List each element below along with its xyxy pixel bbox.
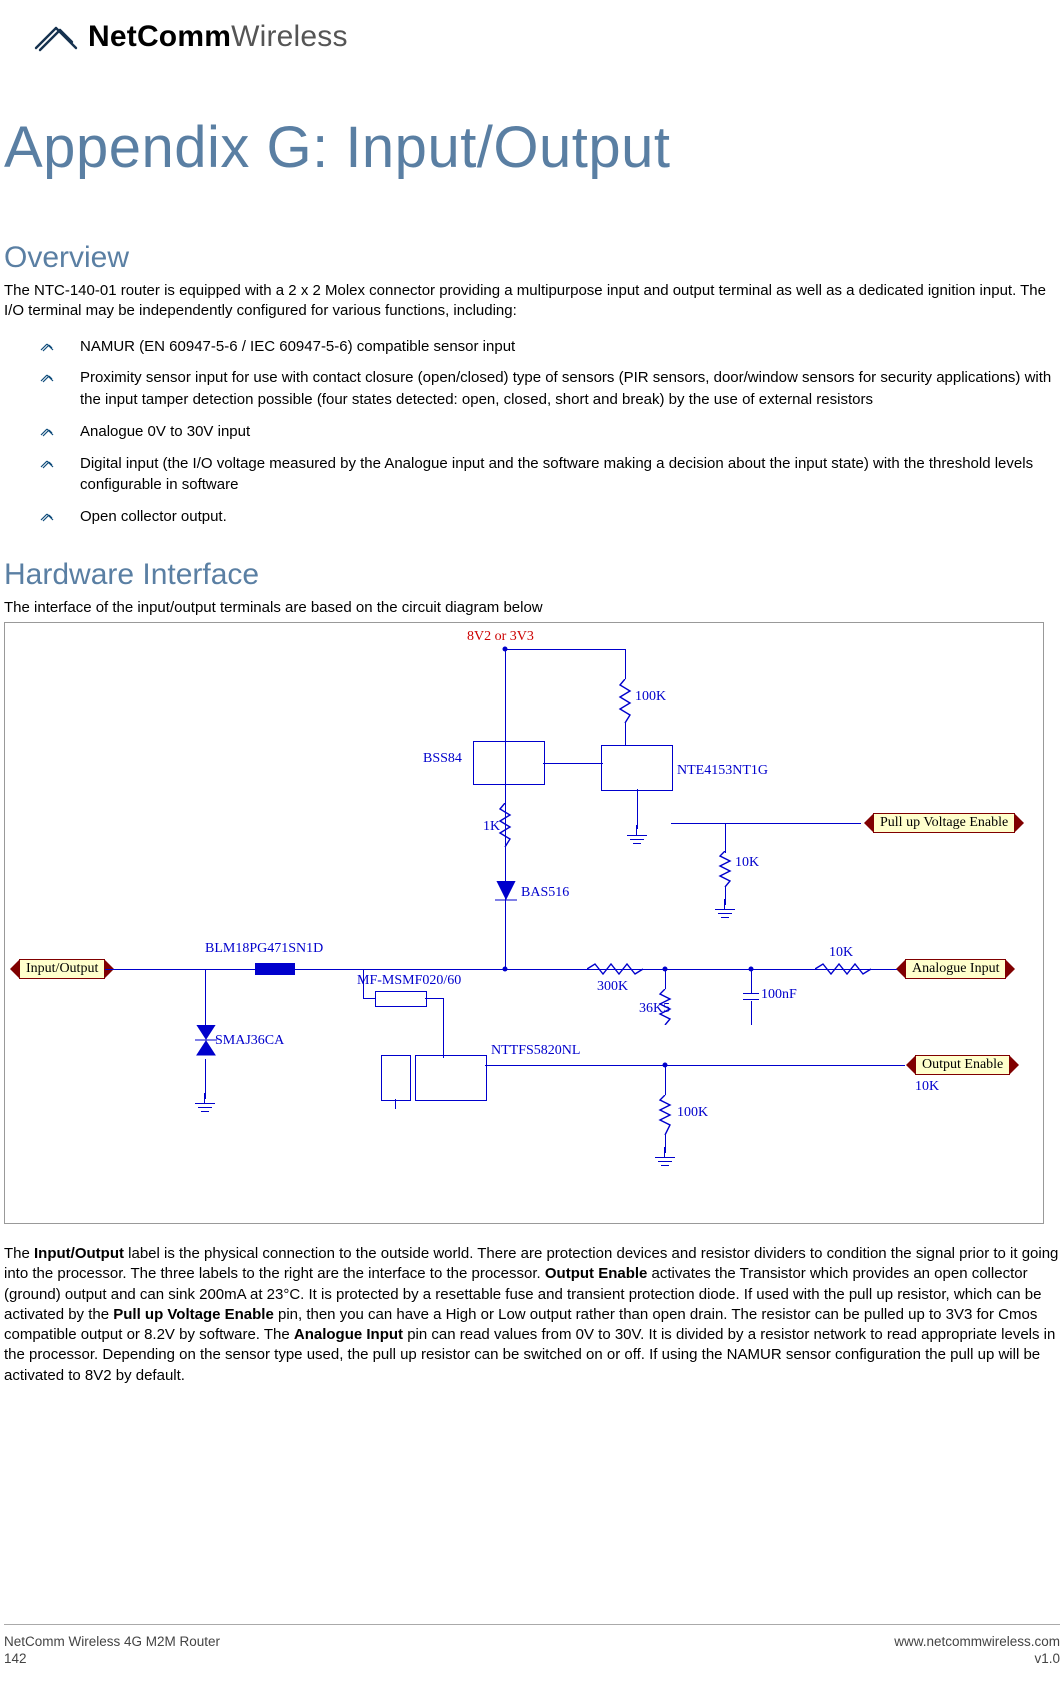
page-title: Appendix G: Input/Output [4, 114, 1060, 181]
schematic-supply-label: 8V2 or 3V3 [467, 629, 534, 645]
label-bas516: BAS516 [521, 885, 569, 901]
list-item-text: Digital input (the I/O voltage measured … [80, 455, 1033, 494]
brand-name-bold: NetComm [88, 20, 231, 53]
ferrite-bead [255, 963, 295, 975]
list-item: Digital input (the I/O voltage measured … [60, 453, 1060, 497]
explain-s1: Input/Output [34, 1245, 124, 1262]
label-c100n: 100nF [761, 987, 797, 1003]
overview-intro: The NTC-140-01 router is equipped with a… [4, 281, 1060, 322]
brand-name-light: Wireless [231, 20, 348, 53]
brand-logo: NetCommWireless [4, 20, 1060, 54]
mosfet-bss84 [473, 741, 545, 785]
list-item: Analogue 0V to 30V input [60, 421, 1060, 443]
bullet-icon [40, 369, 54, 391]
bullet-icon [40, 508, 54, 530]
diode-bas516 [495, 881, 517, 911]
bullet-icon [40, 423, 54, 445]
resistor-300k [587, 962, 643, 976]
ground-symbol [655, 1157, 675, 1171]
label-r10k-b: 10K [829, 945, 853, 961]
port-output-enable: Output Enable [915, 1055, 1010, 1075]
resistor-100k-b [658, 1095, 672, 1135]
port-pullup-enable: Pull up Voltage Enable [873, 813, 1015, 833]
explain-t1: The [4, 1245, 34, 1262]
hardware-heading: Hardware Interface [4, 558, 1060, 592]
brand-logo-text: NetCommWireless [88, 20, 348, 54]
resistor-10k-b [815, 962, 871, 976]
label-blm: BLM18PG471SN1D [205, 941, 323, 957]
port-analogue-input: Analogue Input [905, 959, 1006, 979]
footer-page: 142 [4, 1650, 220, 1668]
bullet-icon [40, 338, 54, 360]
list-item: NAMUR (EN 60947-5-6 / IEC 60947-5-6) com… [60, 336, 1060, 358]
footer-product: NetComm Wireless 4G M2M Router [4, 1633, 220, 1651]
label-r300k: 300K [597, 979, 628, 995]
list-item-text: NAMUR (EN 60947-5-6 / IEC 60947-5-6) com… [80, 338, 515, 355]
footer-url: www.netcommwireless.com [894, 1633, 1060, 1651]
label-nte: NTE4153NT1G [677, 763, 768, 779]
explain-s2: Output Enable [545, 1265, 648, 1282]
ground-symbol [627, 835, 647, 849]
overview-list: NAMUR (EN 60947-5-6 / IEC 60947-5-6) com… [4, 336, 1060, 528]
list-item: Proximity sensor input for use with cont… [60, 367, 1060, 411]
ground-symbol [195, 1103, 215, 1117]
list-item: Open collector output. [60, 506, 1060, 528]
label-mfm: MF-MSMF020/60 [357, 973, 461, 989]
label-r1k: 1K [483, 819, 500, 835]
footer-version: v1.0 [894, 1650, 1060, 1668]
label-r10k-a: 10K [735, 855, 759, 871]
list-item-text: Proximity sensor input for use with cont… [80, 369, 1051, 408]
label-r100k-a: 100K [635, 689, 666, 705]
label-smaj: SMAJ36CA [215, 1033, 284, 1049]
hardware-intro: The interface of the input/output termin… [4, 598, 1060, 618]
circuit-diagram: 8V2 or 3V3 Input/Output Pull up Voltage … [4, 622, 1044, 1224]
resettable-fuse [375, 991, 427, 1007]
ground-symbol [715, 909, 735, 923]
label-nttfs: NTTFS5820NL [491, 1043, 580, 1059]
bullet-icon [40, 455, 54, 477]
label-bss84: BSS84 [423, 751, 462, 767]
label-r100k-b: 100K [677, 1105, 708, 1121]
resistor-10k-a [718, 851, 732, 887]
overview-heading: Overview [4, 241, 1060, 275]
explanation-paragraph: The Input/Output label is the physical c… [4, 1244, 1060, 1386]
port-input-output: Input/Output [19, 959, 105, 979]
capacitor-100nf [743, 993, 759, 1001]
label-r10k-c: 10K [915, 1079, 939, 1095]
resistor-100k-top [618, 679, 632, 723]
explain-s3: Pull up Voltage Enable [113, 1306, 274, 1323]
brand-logo-icon [34, 22, 78, 52]
page-footer: NetComm Wireless 4G M2M Router 142 www.n… [4, 1624, 1060, 1668]
explain-s4: Analogue Input [294, 1326, 403, 1343]
list-item-text: Analogue 0V to 30V input [80, 423, 250, 440]
list-item-text: Open collector output. [80, 508, 227, 525]
label-r36k5: 36K5 [639, 1001, 670, 1017]
mosfet-nttfs [415, 1055, 487, 1101]
nttfs-aux [381, 1055, 411, 1101]
mosfet-nte [601, 745, 673, 791]
